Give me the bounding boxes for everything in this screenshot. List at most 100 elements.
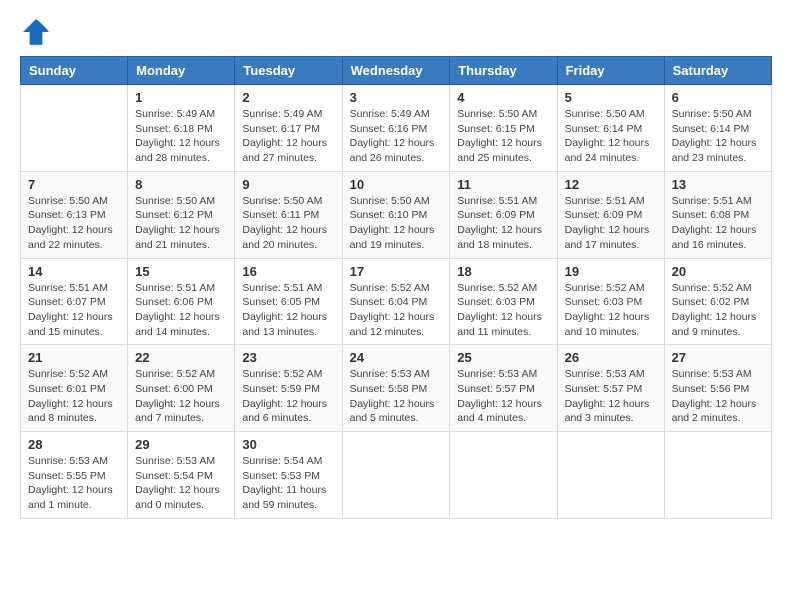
- day-number: 10: [350, 177, 443, 192]
- calendar-cell: 12 Sunrise: 5:51 AM Sunset: 6:09 PM Dayli…: [557, 171, 664, 258]
- day-number: 19: [565, 264, 657, 279]
- day-info: Sunrise: 5:50 AM Sunset: 6:14 PM Dayligh…: [672, 107, 764, 166]
- day-number: 30: [242, 437, 334, 452]
- day-number: 7: [28, 177, 120, 192]
- calendar-cell: 13 Sunrise: 5:51 AM Sunset: 6:08 PM Dayli…: [664, 171, 771, 258]
- calendar-cell: 5Sunrise: 5:50 AM Sunset: 6:14 PM Daylig…: [557, 85, 664, 172]
- day-info: Sunrise: 5:51 AM Sunset: 6:06 PM Dayligh…: [135, 281, 227, 340]
- calendar-cell: [21, 85, 128, 172]
- header-tuesday: Tuesday: [235, 57, 342, 85]
- calendar-cell: 30 Sunrise: 5:54 AM Sunset: 5:53 PM Dayli…: [235, 432, 342, 519]
- calendar-week-row: 21 Sunrise: 5:52 AM Sunset: 6:01 PM Dayli…: [21, 345, 772, 432]
- day-info: Sunrise: 5:51 AM Sunset: 6:09 PM Dayligh…: [457, 194, 549, 253]
- day-info: Sunrise: 5:49 AM Sunset: 6:16 PM Dayligh…: [350, 107, 443, 166]
- day-number: 20: [672, 264, 764, 279]
- calendar-cell: 19 Sunrise: 5:52 AM Sunset: 6:03 PM Dayli…: [557, 258, 664, 345]
- day-info: Sunrise: 5:52 AM Sunset: 6:03 PM Dayligh…: [565, 281, 657, 340]
- day-info: Sunrise: 5:52 AM Sunset: 6:01 PM Dayligh…: [28, 367, 120, 426]
- calendar-header-row: SundayMondayTuesdayWednesdayThursdayFrid…: [21, 57, 772, 85]
- calendar-week-row: 1 Sunrise: 5:49 AM Sunset: 6:18 PM Daylig…: [21, 85, 772, 172]
- day-number: 29: [135, 437, 227, 452]
- calendar-cell: 3 Sunrise: 5:49 AM Sunset: 6:16 PM Daylig…: [342, 85, 450, 172]
- day-info: Sunrise: 5:52 AM Sunset: 6:03 PM Dayligh…: [457, 281, 549, 340]
- calendar-cell: [342, 432, 450, 519]
- day-number: 1: [135, 90, 227, 105]
- day-number: 18: [457, 264, 549, 279]
- calendar-cell: 29 Sunrise: 5:53 AM Sunset: 5:54 PM Dayli…: [128, 432, 235, 519]
- calendar-cell: 22 Sunrise: 5:52 AM Sunset: 6:00 PM Dayli…: [128, 345, 235, 432]
- day-info: Sunrise: 5:50 AM Sunset: 6:11 PM Dayligh…: [242, 194, 334, 253]
- day-number: 16: [242, 264, 334, 279]
- header-monday: Monday: [128, 57, 235, 85]
- calendar-cell: 1 Sunrise: 5:49 AM Sunset: 6:18 PM Daylig…: [128, 85, 235, 172]
- calendar-cell: 18 Sunrise: 5:52 AM Sunset: 6:03 PM Dayli…: [450, 258, 557, 345]
- calendar-cell: [664, 432, 771, 519]
- day-number: 11: [457, 177, 549, 192]
- day-info: Sunrise: 5:49 AM Sunset: 6:18 PM Dayligh…: [135, 107, 227, 166]
- day-info: Sunrise: 5:50 AM Sunset: 6:13 PM Dayligh…: [28, 194, 120, 253]
- header-sunday: Sunday: [21, 57, 128, 85]
- day-number: 14: [28, 264, 120, 279]
- day-info: Sunrise: 5:52 AM Sunset: 6:02 PM Dayligh…: [672, 281, 764, 340]
- day-number: 25: [457, 350, 549, 365]
- day-number: 21: [28, 350, 120, 365]
- calendar-cell: 27 Sunrise: 5:53 AM Sunset: 5:56 PM Dayli…: [664, 345, 771, 432]
- calendar-cell: 6 Sunrise: 5:50 AM Sunset: 6:14 PM Daylig…: [664, 85, 771, 172]
- day-info: Sunrise: 5:52 AM Sunset: 6:04 PM Dayligh…: [350, 281, 443, 340]
- calendar-cell: 26 Sunrise: 5:53 AM Sunset: 5:57 PM Dayli…: [557, 345, 664, 432]
- day-number: 23: [242, 350, 334, 365]
- day-number: 3: [350, 90, 443, 105]
- day-info: Sunrise: 5:53 AM Sunset: 5:57 PM Dayligh…: [457, 367, 549, 426]
- day-info: Sunrise: 5:53 AM Sunset: 5:55 PM Dayligh…: [28, 454, 120, 513]
- calendar-cell: 15 Sunrise: 5:51 AM Sunset: 6:06 PM Dayli…: [128, 258, 235, 345]
- day-number: 12: [565, 177, 657, 192]
- calendar-cell: 16 Sunrise: 5:51 AM Sunset: 6:05 PM Dayli…: [235, 258, 342, 345]
- day-info: Sunrise: 5:53 AM Sunset: 5:58 PM Dayligh…: [350, 367, 443, 426]
- day-info: Sunrise: 5:53 AM Sunset: 5:56 PM Dayligh…: [672, 367, 764, 426]
- day-info: Sunrise: 5:52 AM Sunset: 6:00 PM Dayligh…: [135, 367, 227, 426]
- logo: [20, 16, 56, 48]
- day-number: 22: [135, 350, 227, 365]
- day-info: Sunrise: 5:51 AM Sunset: 6:09 PM Dayligh…: [565, 194, 657, 253]
- calendar-table: SundayMondayTuesdayWednesdayThursdayFrid…: [20, 56, 772, 519]
- day-info: Sunrise: 5:54 AM Sunset: 5:53 PM Dayligh…: [242, 454, 334, 513]
- calendar-cell: 28 Sunrise: 5:53 AM Sunset: 5:55 PM Dayli…: [21, 432, 128, 519]
- calendar-cell: [557, 432, 664, 519]
- day-number: 4: [457, 90, 549, 105]
- calendar-week-row: 28 Sunrise: 5:53 AM Sunset: 5:55 PM Dayli…: [21, 432, 772, 519]
- day-info: Sunrise: 5:52 AM Sunset: 5:59 PM Dayligh…: [242, 367, 334, 426]
- day-number: 15: [135, 264, 227, 279]
- calendar-cell: 20 Sunrise: 5:52 AM Sunset: 6:02 PM Dayli…: [664, 258, 771, 345]
- day-info: Sunrise: 5:51 AM Sunset: 6:05 PM Dayligh…: [242, 281, 334, 340]
- day-info: Sunrise: 5:53 AM Sunset: 5:57 PM Dayligh…: [565, 367, 657, 426]
- calendar-cell: 4Sunrise: 5:50 AM Sunset: 6:15 PM Daylig…: [450, 85, 557, 172]
- day-number: 5: [565, 90, 657, 105]
- calendar-cell: 23 Sunrise: 5:52 AM Sunset: 5:59 PM Dayli…: [235, 345, 342, 432]
- day-number: 24: [350, 350, 443, 365]
- calendar-week-row: 14Sunrise: 5:51 AM Sunset: 6:07 PM Dayli…: [21, 258, 772, 345]
- calendar-cell: 10Sunrise: 5:50 AM Sunset: 6:10 PM Dayli…: [342, 171, 450, 258]
- calendar-cell: 14Sunrise: 5:51 AM Sunset: 6:07 PM Dayli…: [21, 258, 128, 345]
- logo-icon: [20, 16, 52, 48]
- day-number: 28: [28, 437, 120, 452]
- day-info: Sunrise: 5:50 AM Sunset: 6:12 PM Dayligh…: [135, 194, 227, 253]
- calendar-cell: 9 Sunrise: 5:50 AM Sunset: 6:11 PM Daylig…: [235, 171, 342, 258]
- calendar-cell: 8Sunrise: 5:50 AM Sunset: 6:12 PM Daylig…: [128, 171, 235, 258]
- calendar-cell: 24 Sunrise: 5:53 AM Sunset: 5:58 PM Dayli…: [342, 345, 450, 432]
- calendar-cell: 11 Sunrise: 5:51 AM Sunset: 6:09 PM Dayli…: [450, 171, 557, 258]
- day-number: 13: [672, 177, 764, 192]
- day-info: Sunrise: 5:49 AM Sunset: 6:17 PM Dayligh…: [242, 107, 334, 166]
- header-friday: Friday: [557, 57, 664, 85]
- header: [20, 16, 772, 48]
- day-number: 6: [672, 90, 764, 105]
- day-number: 9: [242, 177, 334, 192]
- header-thursday: Thursday: [450, 57, 557, 85]
- day-number: 27: [672, 350, 764, 365]
- calendar-cell: 17Sunrise: 5:52 AM Sunset: 6:04 PM Dayli…: [342, 258, 450, 345]
- day-info: Sunrise: 5:53 AM Sunset: 5:54 PM Dayligh…: [135, 454, 227, 513]
- day-info: Sunrise: 5:51 AM Sunset: 6:08 PM Dayligh…: [672, 194, 764, 253]
- day-number: 26: [565, 350, 657, 365]
- calendar-cell: 2 Sunrise: 5:49 AM Sunset: 6:17 PM Daylig…: [235, 85, 342, 172]
- header-wednesday: Wednesday: [342, 57, 450, 85]
- day-number: 2: [242, 90, 334, 105]
